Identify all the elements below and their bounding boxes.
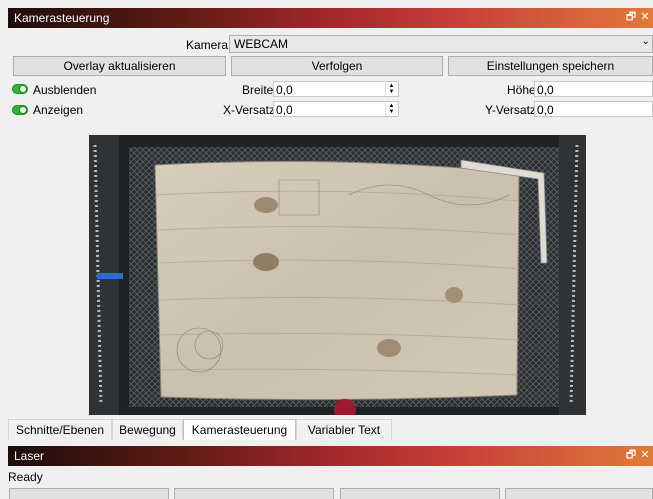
x-offset-value: 0,0 xyxy=(276,103,293,117)
tab-cuts-layers[interactable]: Schnitte/Ebenen xyxy=(8,419,112,439)
hide-toggle[interactable] xyxy=(12,84,28,94)
close-icon[interactable]: ✕ xyxy=(639,449,651,461)
hide-label: Ausblenden xyxy=(33,83,97,97)
width-value: 0,0 xyxy=(276,83,293,97)
save-settings-button[interactable]: Einstellungen speichern xyxy=(448,56,653,76)
spin-arrows-icon[interactable]: ▲ ▼ xyxy=(385,83,397,95)
camera-panel-title: Kamerasteuerung xyxy=(14,11,110,25)
height-input[interactable]: 0,0 xyxy=(534,81,653,97)
height-value: 0,0 xyxy=(537,83,554,97)
float-icon[interactable]: 🗗 xyxy=(625,11,637,23)
close-icon[interactable]: ✕ xyxy=(639,11,651,23)
show-toggle[interactable] xyxy=(12,105,28,115)
width-input[interactable]: 0,0 ▲ ▼ xyxy=(273,81,399,97)
update-overlay-button[interactable]: Overlay aktualisieren xyxy=(13,56,226,76)
float-icon[interactable]: 🗗 xyxy=(625,449,637,461)
laser-status: Ready xyxy=(8,470,43,484)
laser-button-4[interactable] xyxy=(505,488,653,499)
track-button[interactable]: Verfolgen xyxy=(231,56,443,76)
spin-arrows-icon[interactable]: ▲ ▼ xyxy=(385,103,397,115)
x-offset-input[interactable]: 0,0 ▲ ▼ xyxy=(273,101,399,117)
height-label: Höhe xyxy=(507,83,536,97)
laser-button-1[interactable] xyxy=(9,488,169,499)
tab-bar: Schnitte/Ebenen Bewegung Kamerasteuerung… xyxy=(8,419,653,440)
y-offset-value: 0,0 xyxy=(537,103,554,117)
tab-move[interactable]: Bewegung xyxy=(112,419,183,439)
show-label: Anzeigen xyxy=(33,103,84,117)
y-offset-input[interactable]: 0,0 xyxy=(534,101,653,117)
x-offset-label: X-Versatz xyxy=(223,103,276,117)
tab-camera-control[interactable]: Kamerasteuerung xyxy=(183,419,296,440)
camera-image xyxy=(89,135,586,415)
laser-panel-title: Laser xyxy=(14,449,45,463)
camera-preview[interactable] xyxy=(89,135,586,415)
laser-button-2[interactable] xyxy=(174,488,334,499)
laser-button-3[interactable] xyxy=(340,488,500,499)
width-label: Breite xyxy=(242,83,274,97)
tab-variable-text[interactable]: Variabler Text xyxy=(296,419,392,439)
camera-panel-titlebar[interactable]: Kamerasteuerung 🗗 ✕ xyxy=(8,8,653,28)
laser-panel-titlebar[interactable]: Laser 🗗 ✕ xyxy=(8,446,653,466)
camera-select[interactable]: WEBCAM ⌄ xyxy=(229,35,653,53)
camera-select-value: WEBCAM xyxy=(234,37,288,51)
y-offset-label: Y-Versatz xyxy=(485,103,536,117)
camera-label: Kamera: xyxy=(186,38,232,52)
chevron-down-icon: ⌄ xyxy=(641,36,650,47)
